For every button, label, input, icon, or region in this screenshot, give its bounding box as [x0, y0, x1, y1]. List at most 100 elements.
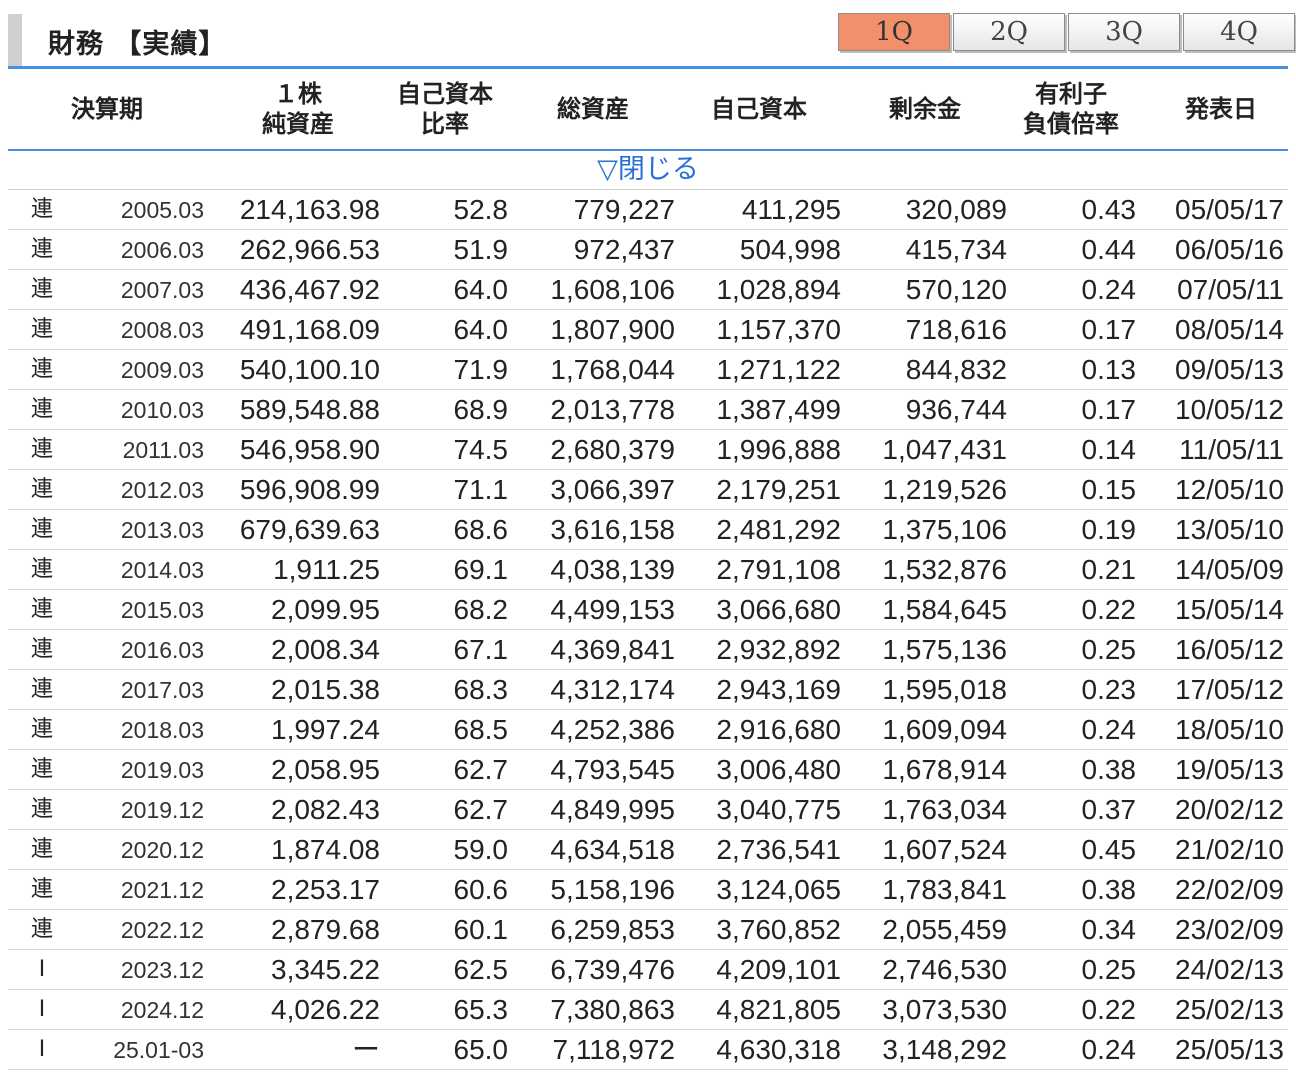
row-period: 2022.12	[120, 917, 204, 943]
row-total-assets: 972,437	[573, 234, 675, 265]
row-total-assets: 4,312,174	[550, 674, 675, 705]
tab-4q[interactable]: 4Q	[1183, 13, 1295, 51]
table-row: 連 2019.03 2,058.95 62.7 4,793,545 3,006,480 1,…	[8, 750, 1288, 790]
row-bps: 2,099.95	[271, 594, 380, 625]
table-row: I 2023.12 3,345.22 62.5 6,739,476 4,209,101 2,…	[8, 950, 1288, 990]
row-period: 2019.12	[120, 797, 204, 823]
tab-1q[interactable]: 1Q	[838, 13, 950, 51]
row-announce-date: 18/05/10	[1175, 714, 1284, 745]
table-row: 連 2013.03 679,639.63 68.6 3,616,158 2,481,292…	[8, 510, 1288, 550]
row-equity-ratio: 67.1	[453, 634, 509, 665]
col-equity: 自己資本	[694, 69, 824, 149]
row-bps: 2,082.43	[271, 794, 380, 825]
row-equity-ratio: 71.9	[453, 354, 509, 385]
row-equity-ratio: 51.9	[453, 234, 509, 265]
row-announce-date: 14/05/09	[1175, 554, 1284, 585]
collapse-toggle-link[interactable]: ▽閉じる	[8, 151, 1288, 190]
row-period: 2018.03	[120, 717, 204, 743]
row-bps: 596,908.99	[239, 474, 380, 505]
row-equity-ratio: 65.3	[453, 994, 509, 1025]
row-der: 0.22	[1081, 594, 1137, 625]
row-announce-date: 10/05/12	[1175, 394, 1284, 425]
table-row: 連 2016.03 2,008.34 67.1 4,369,841 2,932,892 1,…	[8, 630, 1288, 670]
row-equity: 3,006,480	[716, 754, 841, 785]
row-period: 2015.03	[120, 597, 204, 623]
table-row: 連 2006.03 262,966.53 51.9 972,437 504,998 415,…	[8, 230, 1288, 270]
row-period: 2013.03	[120, 517, 204, 543]
row-period: 2016.03	[120, 637, 204, 663]
table-row: 連 2007.03 436,467.92 64.0 1,608,106 1,028,894…	[8, 270, 1288, 310]
row-period: 2020.12	[120, 837, 204, 863]
row-announce-date: 11/05/11	[1179, 434, 1284, 465]
row-type: 連	[30, 797, 53, 822]
row-announce-date: 07/05/11	[1177, 274, 1284, 305]
row-bps: 262,966.53	[239, 234, 380, 265]
row-total-assets: 4,369,841	[550, 634, 675, 665]
row-bps: 2,008.34	[271, 634, 380, 665]
section-title: 財務 【実績】	[48, 29, 227, 60]
row-equity-ratio: 62.5	[453, 954, 509, 985]
tab-3q[interactable]: 3Q	[1068, 13, 1180, 51]
row-equity: 1,996,888	[716, 434, 841, 465]
row-equity-ratio: 64.0	[453, 274, 509, 305]
row-equity-ratio: 62.7	[453, 754, 509, 785]
table-row: 連 2019.12 2,082.43 62.7 4,849,995 3,040,775 1,…	[8, 790, 1288, 830]
row-equity: 4,630,318	[716, 1034, 841, 1065]
row-retained-earnings: 1,678,914	[882, 754, 1007, 785]
row-type: I	[38, 1037, 46, 1062]
col-bps-line1: １株	[274, 80, 322, 108]
row-equity: 1,271,122	[716, 354, 841, 385]
row-bps: ー	[351, 1034, 380, 1065]
col-equity-ratio-line2: 比率	[421, 110, 469, 138]
row-announce-date: 25/05/13	[1175, 1034, 1284, 1065]
row-bps: 491,168.09	[239, 314, 380, 345]
row-equity: 4,821,805	[716, 994, 841, 1025]
row-total-assets: 5,158,196	[550, 874, 675, 905]
row-der: 0.17	[1081, 314, 1137, 345]
row-der: 0.13	[1081, 354, 1137, 385]
table-row: I 25.01-03 ー 65.0 7,118,972 4,630,318 3,148,29…	[8, 1030, 1288, 1070]
col-equity-ratio-line1: 自己資本	[397, 80, 493, 108]
row-period: 2024.12	[120, 997, 204, 1023]
row-retained-earnings: 1,584,645	[882, 594, 1007, 625]
row-type: I	[38, 997, 46, 1022]
row-retained-earnings: 2,055,459	[882, 914, 1007, 945]
row-total-assets: 3,066,397	[550, 474, 675, 505]
row-period: 2007.03	[120, 277, 204, 303]
row-bps: 1,874.08	[271, 834, 380, 865]
row-period: 2023.12	[120, 957, 204, 983]
quarter-tabs: 1Q 2Q 3Q 4Q	[838, 13, 1296, 51]
row-der: 0.38	[1081, 754, 1137, 785]
row-type: 連	[30, 437, 53, 462]
table-row: 連 2015.03 2,099.95 68.2 4,499,153 3,066,680 1,…	[8, 590, 1288, 630]
row-equity-ratio: 62.7	[453, 794, 509, 825]
col-equity-ratio: 自己資本 比率	[380, 69, 510, 149]
row-type: 連	[30, 197, 53, 222]
table-row: 連 2014.03 1,911.25 69.1 4,038,139 2,791,108 1,…	[8, 550, 1288, 590]
row-equity: 1,157,370	[716, 314, 841, 345]
row-bps: 2,253.17	[271, 874, 380, 905]
row-total-assets: 2,680,379	[550, 434, 675, 465]
row-retained-earnings: 1,219,526	[882, 474, 1007, 505]
row-retained-earnings: 1,607,524	[882, 834, 1007, 865]
row-bps: 4,026.22	[271, 994, 380, 1025]
row-equity: 504,998	[739, 234, 841, 265]
row-equity: 411,295	[741, 194, 841, 225]
row-bps: 214,163.98	[239, 194, 380, 225]
row-der: 0.19	[1081, 514, 1137, 545]
row-announce-date: 06/05/16	[1175, 234, 1284, 265]
row-type: 連	[30, 357, 53, 382]
row-retained-earnings: 1,783,841	[882, 874, 1007, 905]
row-type: 連	[30, 517, 53, 542]
row-der: 0.25	[1081, 634, 1137, 665]
table-row: 連 2022.12 2,879.68 60.1 6,259,853 3,760,852 2,…	[8, 910, 1288, 950]
row-type: 連	[30, 717, 53, 742]
row-bps: 2,015.38	[271, 674, 380, 705]
tab-2q[interactable]: 2Q	[953, 13, 1065, 51]
row-equity: 3,066,680	[716, 594, 841, 625]
row-total-assets: 2,013,778	[550, 394, 675, 425]
row-period: 2012.03	[120, 477, 204, 503]
row-bps: 589,548.88	[239, 394, 380, 425]
row-announce-date: 15/05/14	[1175, 594, 1284, 625]
row-equity-ratio: 68.5	[453, 714, 509, 745]
